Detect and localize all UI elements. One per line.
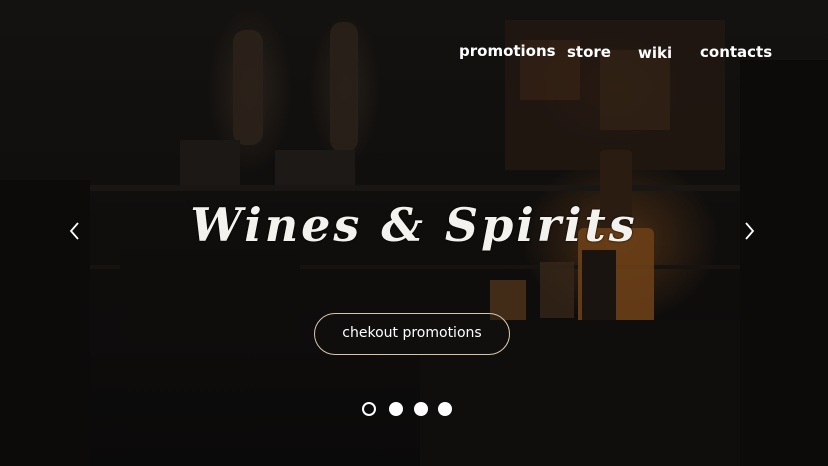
slide-dot-3[interactable] xyxy=(414,402,428,416)
slide-dot-4[interactable] xyxy=(438,402,452,416)
nav-link-promotions[interactable]: promotions xyxy=(459,42,556,60)
slider-next-button[interactable] xyxy=(739,219,759,243)
hero-title: Wines & Spirits xyxy=(190,198,638,252)
slide-dot-1[interactable] xyxy=(362,402,376,416)
slide-dot-2[interactable] xyxy=(389,402,403,416)
nav-link-contacts[interactable]: contacts xyxy=(700,43,772,61)
checkout-promotions-button[interactable]: chekout promotions xyxy=(314,313,510,355)
slider-pagination xyxy=(361,402,461,420)
chevron-right-icon xyxy=(745,222,755,240)
nav-link-store[interactable]: store xyxy=(567,43,611,61)
main-nav: promotions store wiki contacts xyxy=(0,0,828,100)
hero-slider: promotions store wiki contacts Wines & S… xyxy=(0,0,828,466)
nav-link-wiki[interactable]: wiki xyxy=(638,44,672,62)
